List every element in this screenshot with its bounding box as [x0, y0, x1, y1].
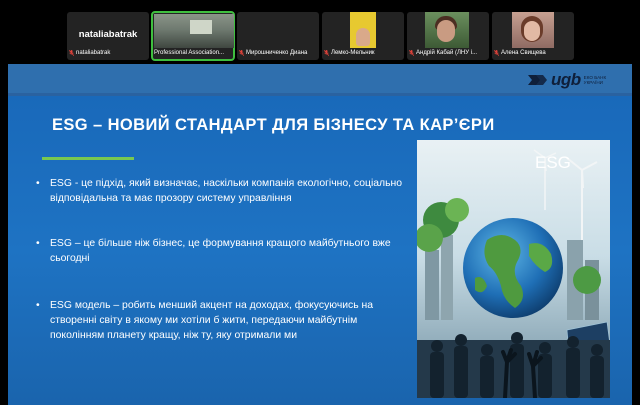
participant-name: nataliabatrak — [76, 50, 111, 56]
participant-tile-andrii-kabai[interactable]: Андрій Кабай (ЛНУ і... — [407, 12, 489, 60]
participant-label: Professional Association... — [154, 48, 234, 58]
participant-video — [512, 12, 554, 48]
participant-video — [425, 12, 469, 48]
esg-earth-illustration: ESG — [417, 140, 610, 398]
participant-strip: nataliabatrak nataliabatrak Professional… — [0, 0, 640, 62]
participant-name: Андрій Кабай (ЛНУ і... — [416, 50, 478, 56]
muted-mic-icon — [324, 50, 329, 56]
participant-video — [350, 12, 376, 48]
bullet-symbol: • — [36, 300, 40, 311]
muted-mic-icon — [239, 50, 244, 56]
muted-mic-icon — [494, 50, 499, 56]
bullet-item: • ESG - це підхід, який визначає, наскіль… — [34, 176, 414, 206]
bullet-item: • ESG модель – робить менший акцент на до… — [34, 298, 414, 343]
participant-label: Мирошниченко Диана — [239, 48, 319, 58]
participant-tile-lemko-melnyk[interactable]: Лемко-Мельник — [322, 12, 404, 60]
muted-mic-icon — [69, 50, 74, 56]
participant-name: Мирошниченко Диана — [246, 50, 308, 56]
logo-subtitle: ЕКО БАНК УКРАЇНИ — [583, 75, 607, 85]
ugb-logo-mark-icon — [528, 75, 547, 85]
participant-tile-nataliabatrak[interactable]: nataliabatrak nataliabatrak — [67, 12, 149, 60]
bullet-text: ESG – це більше ніж бізнес, це формуванн… — [50, 238, 391, 264]
participant-label: Алена Свищева — [494, 48, 574, 58]
shared-slide: ugb ЕКО БАНК УКРАЇНИ ESG – НОВИЙ СТАНДАР… — [8, 64, 632, 405]
participant-tile-professional-association[interactable]: Professional Association... — [151, 11, 235, 61]
title-underline — [42, 157, 134, 160]
participant-name: Professional Association... — [154, 50, 225, 56]
slide-title: ESG – НОВИЙ СТАНДАРТ ДЛЯ БІЗНЕСУ ТА КАР’… — [52, 116, 495, 134]
participant-video — [154, 14, 234, 48]
participant-tile-alena-svyshcheva[interactable]: Алена Свищева — [492, 12, 574, 60]
bullet-item: • ESG – це більше ніж бізнес, це формуван… — [34, 236, 414, 266]
bullet-symbol: • — [36, 178, 40, 189]
participant-label: Лемко-Мельник — [324, 48, 404, 58]
participant-display-name: nataliabatrak — [78, 29, 138, 40]
logo-text: ugb — [551, 70, 581, 89]
bullet-text: ESG - це підхід, який визначає, наскільк… — [50, 178, 403, 204]
bullet-text: ESG модель – робить менший акцент на дох… — [50, 300, 374, 341]
ugb-logo: ugb ЕКО БАНК УКРАЇНИ — [526, 70, 610, 90]
muted-mic-icon — [409, 50, 414, 56]
participant-label: nataliabatrak — [69, 48, 149, 58]
illustration-esg-label: ESG — [535, 153, 571, 172]
participant-tile-myroshnychenko[interactable]: Мирошниченко Диана — [237, 12, 319, 60]
participant-name: Алена Свищева — [501, 50, 546, 56]
bullet-symbol: • — [36, 238, 40, 249]
participant-label: Андрій Кабай (ЛНУ і... — [409, 48, 489, 58]
participant-name: Лемко-Мельник — [331, 50, 375, 56]
